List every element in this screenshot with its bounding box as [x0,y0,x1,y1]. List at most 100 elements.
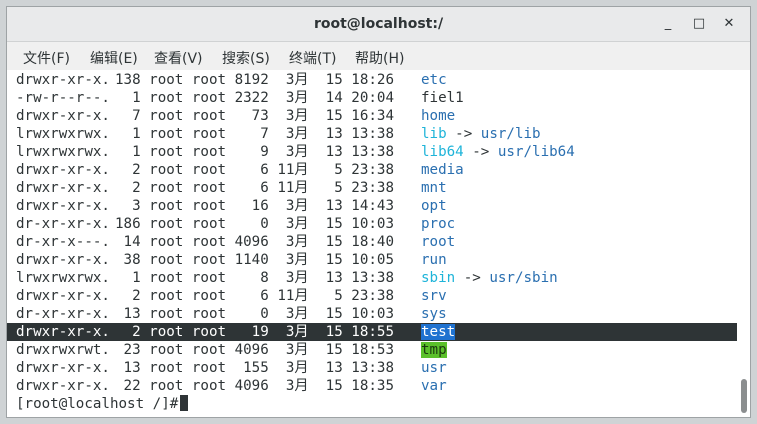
file-meta: 1 root root 2322 3月 14 20:04 [115,89,394,107]
menu-view[interactable]: 查看(V) [154,48,203,68]
field-group: root [183,162,227,178]
permissions: -rw-r--r--. [16,90,110,106]
file-name-cell: run [421,251,447,269]
field-size: 0 [226,216,269,232]
file-name[interactable]: proc [421,216,455,232]
field-group: root [183,234,227,250]
file-meta: 2 root root 6 11月 5 23:38 [115,161,394,179]
file-meta: 138 root root 8192 3月 15 18:26 [115,71,394,89]
terminal-output[interactable]: [root@localhost /]# drwxr-xr-x. 138 root … [7,71,750,417]
scrollbar[interactable] [740,71,748,417]
field-day: 5 [308,288,343,304]
file-name-cell: usr [421,359,447,377]
field-user: root [140,180,184,196]
listing-row: drwxr-xr-x. 138 root root 8192 3月 15 18:2… [7,71,737,89]
field-month: 3月 [268,90,309,106]
menu-help[interactable]: 帮助(H) [355,48,404,68]
file-name[interactable]: fiel1 [421,90,464,106]
field-day: 13 [308,270,343,286]
listing-row: drwxrwxrwt. 23 root root 4096 3月 15 18:5… [7,341,737,359]
file-name[interactable]: srv [421,288,447,304]
field-size: 4096 [226,234,269,250]
field-user: root [140,216,184,232]
listing-row: drwxr-xr-x. 7 root root 73 3月 15 16:34 ho… [7,107,737,125]
field-size: 6 [226,288,269,304]
field-group: root [183,360,227,376]
menu-edit[interactable]: 编辑(E) [90,48,138,68]
menu-terminal[interactable]: 终端(T) [289,48,336,68]
field-links: 14 [115,234,141,250]
permissions: dr-xr-x---. [16,234,110,250]
field-user: root [140,126,184,142]
file-name[interactable]: home [421,108,455,124]
permissions: dr-xr-xr-x. [16,216,110,232]
field-user: root [140,252,184,268]
field-month: 3月 [268,342,309,358]
field-time: 13:38 [342,144,395,160]
title-bar[interactable]: root@localhost:/ _ □ ✕ [7,7,750,42]
file-name[interactable]: mnt [421,180,447,196]
permissions: drwxrwxrwt. [16,342,110,358]
link-arrow: -> [463,144,498,160]
listing-row: drwxr-xr-x. 2 root root 19 3月 15 18:55 te… [7,323,737,341]
menu-file[interactable]: 文件(F) [23,48,70,68]
file-name-cell: tmp [421,341,447,359]
file-name[interactable]: etc [421,72,447,88]
field-group: root [183,252,227,268]
field-size: 16 [226,198,269,214]
link-target[interactable]: usr/sbin [489,270,557,286]
field-user: root [140,288,184,304]
scrollbar-thumb[interactable] [741,379,747,413]
field-time: 23:38 [342,288,395,304]
file-name[interactable]: usr [421,360,447,376]
field-day: 15 [308,342,343,358]
field-month: 3月 [268,378,309,394]
file-name[interactable]: tmp [421,342,447,358]
file-name[interactable]: opt [421,198,447,214]
permissions: lrwxrwxrwx. [16,126,110,142]
field-group: root [183,342,227,358]
file-name[interactable]: lib64 [421,144,464,160]
field-group: root [183,126,227,142]
field-month: 3月 [268,144,309,160]
file-meta: 1 root root 9 3月 13 13:38 [115,143,394,161]
listing-row: lrwxrwxrwx. 1 root root 8 3月 13 13:38 sbi… [7,269,737,287]
field-time: 10:03 [342,216,395,232]
file-name[interactable]: media [421,162,464,178]
field-time: 13:38 [342,360,395,376]
minimize-button[interactable]: _ [659,15,677,33]
file-name-cell: mnt [421,179,447,197]
field-size: 4096 [226,342,269,358]
file-name[interactable]: var [421,378,447,394]
file-name[interactable]: run [421,252,447,268]
field-user: root [140,162,184,178]
field-size: 19 [226,324,269,340]
file-name-cell: home [421,107,455,125]
maximize-button[interactable]: □ [690,15,708,33]
field-month: 3月 [268,252,309,268]
field-user: root [140,360,184,376]
field-month: 3月 [268,360,309,376]
link-target[interactable]: usr/lib [481,126,541,142]
file-name[interactable]: test [421,324,456,340]
shell-prompt[interactable]: [root@localhost /]# [16,395,189,413]
listing-row: drwxr-xr-x. 22 root root 4096 3月 15 18:3… [7,377,737,395]
file-name[interactable]: lib [421,126,447,142]
file-meta: 3 root root 16 3月 13 14:43 [115,197,394,215]
file-name[interactable]: sys [421,306,447,322]
field-month: 3月 [268,126,309,142]
field-time: 18:40 [342,234,395,250]
file-name-cell: lib -> usr/lib [421,125,541,143]
field-size: 6 [226,180,269,196]
file-name-cell: srv [421,287,447,305]
window-title: root@localhost:/ [313,16,444,32]
link-target[interactable]: usr/lib64 [498,144,575,160]
menu-bar: 文件(F) 编辑(E) 查看(V) 搜索(S) 终端(T) 帮助(H) [7,42,750,70]
field-group: root [183,216,227,232]
file-name[interactable]: root [421,234,455,250]
file-name[interactable]: sbin [421,270,455,286]
field-time: 18:26 [342,72,395,88]
close-button[interactable]: ✕ [720,15,738,33]
menu-search[interactable]: 搜索(S) [222,48,270,68]
permissions: drwxr-xr-x. [16,252,110,268]
